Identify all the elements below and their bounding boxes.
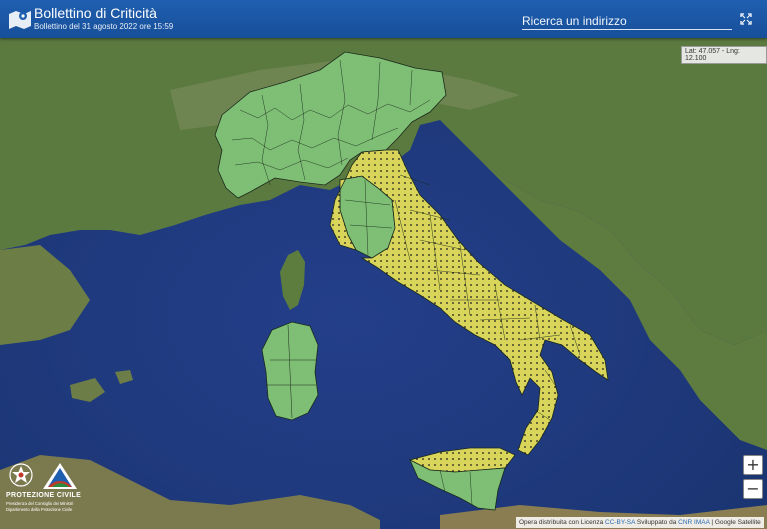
- protezione-civile-triangle-icon: [43, 463, 77, 489]
- license-link[interactable]: CC-BY-SA: [605, 519, 635, 526]
- bulletin-date: Bollettino del 31 agosto 2022 ore 15:59: [34, 22, 174, 31]
- page-title: Bollettino di Criticità: [34, 5, 157, 21]
- map-attribution: Opera distribuita con Licenza CC-BY-SA S…: [516, 517, 764, 528]
- satellite-map[interactable]: [0, 0, 767, 529]
- map-pin-icon: [9, 11, 31, 29]
- zoom-in-button[interactable]: +: [743, 455, 763, 475]
- attribution-suffix: | Google Satellite: [711, 519, 761, 526]
- zoom-out-button[interactable]: −: [743, 479, 763, 499]
- attribution-prefix: Opera distribuita con Licenza: [519, 519, 604, 526]
- attribution-mid: Sviluppato da: [636, 519, 677, 526]
- brand-subtitle-2: Dipartimento della Protezione Civile: [6, 507, 73, 512]
- app-header: Bollettino di Criticità Bollettino del 3…: [0, 0, 767, 38]
- brand-name: PROTEZIONE CIVILE: [6, 492, 82, 499]
- brand-subtitle-1: Presidenza del Consiglio dei Ministri: [6, 501, 74, 506]
- republic-emblem-icon: [9, 463, 33, 487]
- coordinates-readout: Lat: 47.057 - Lng: 12.100: [681, 46, 767, 64]
- address-search-input[interactable]: [522, 12, 732, 30]
- protezione-civile-logo: PROTEZIONE CIVILE Presidenza del Consigl…: [6, 462, 84, 516]
- developer-link[interactable]: CNR IMAA: [678, 519, 709, 526]
- fullscreen-icon[interactable]: [740, 13, 752, 25]
